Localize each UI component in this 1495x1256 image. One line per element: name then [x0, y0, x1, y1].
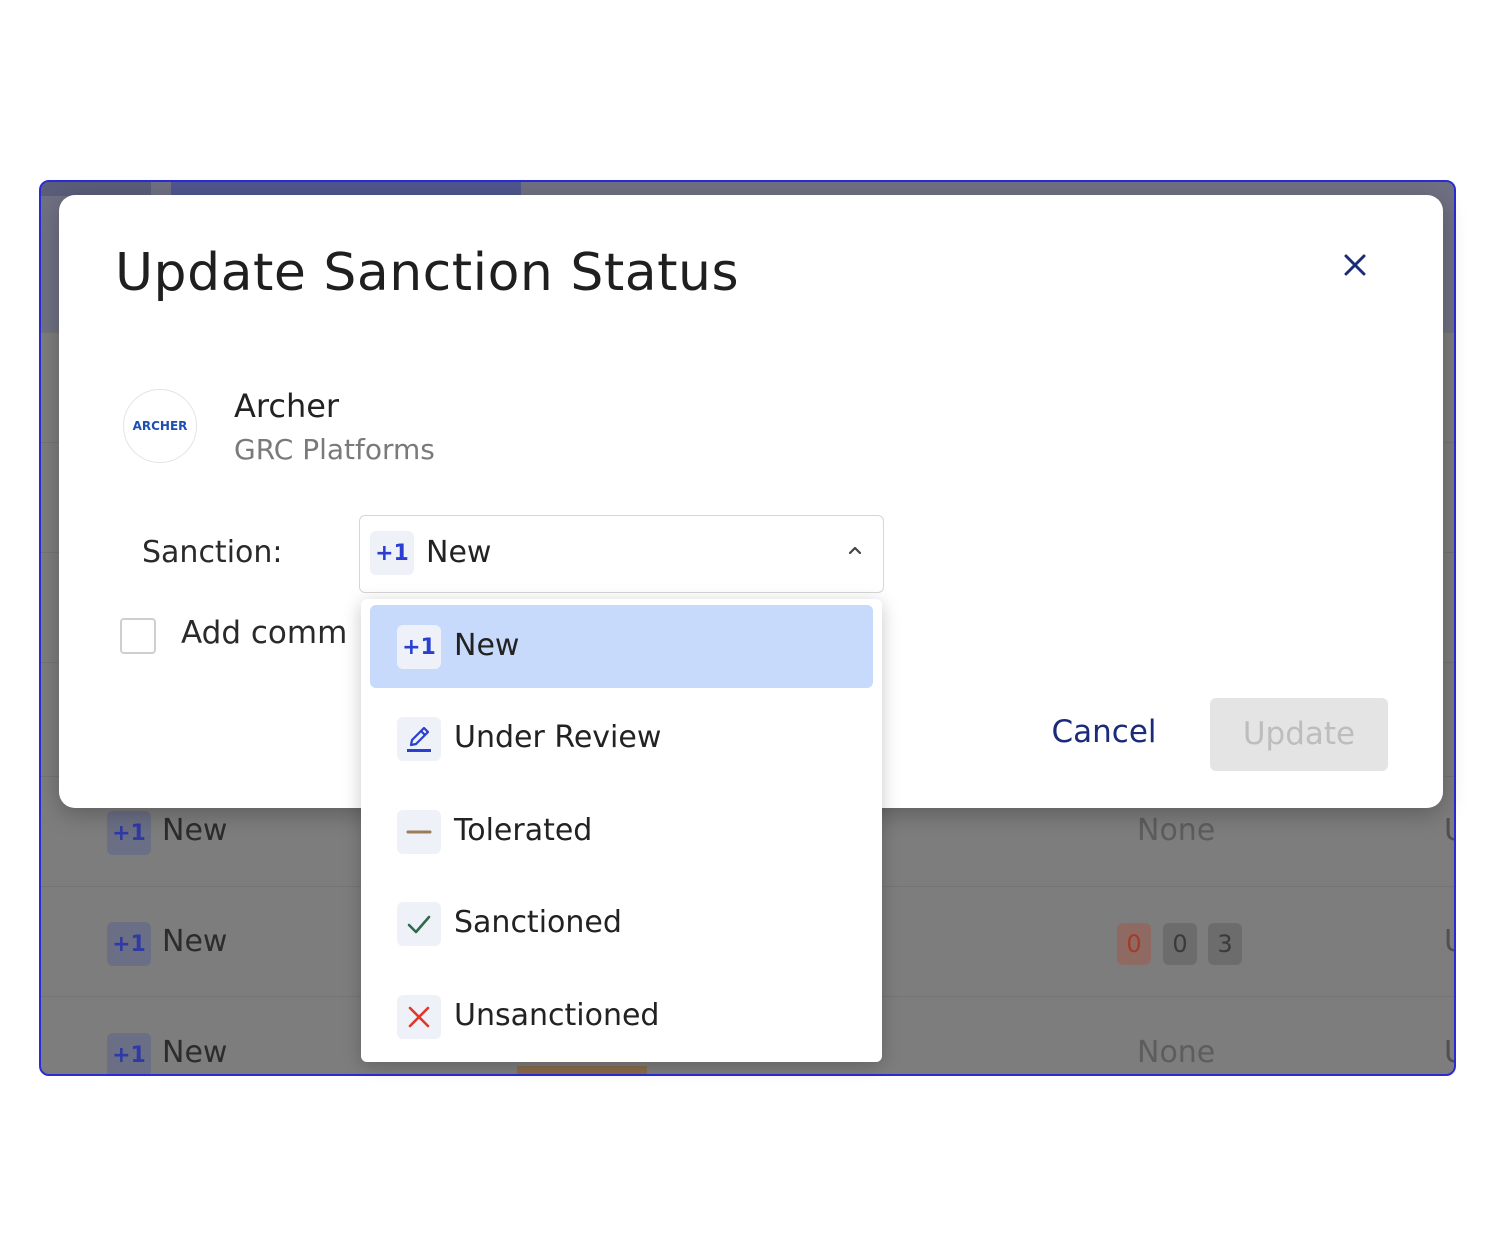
option-unsanctioned[interactable]: Unsanctioned: [370, 975, 873, 1058]
row-status: New: [162, 1035, 228, 1070]
plus-one-icon: +1: [397, 625, 441, 669]
app-logo: ARCHER: [123, 389, 197, 463]
option-tolerated[interactable]: Tolerated: [370, 790, 873, 873]
app-logo-text: ARCHER: [132, 419, 188, 433]
count-badge: 0: [1163, 923, 1197, 965]
row-status: New: [162, 813, 228, 848]
update-button[interactable]: Update: [1210, 698, 1388, 771]
sanction-label: Sanction:: [142, 535, 283, 570]
row-edge-text: Ur: [1444, 813, 1454, 848]
background-tab: [41, 182, 151, 196]
option-label: Tolerated: [454, 813, 593, 848]
row-status: New: [162, 924, 228, 959]
option-under-review[interactable]: Under Review: [370, 697, 873, 780]
close-icon: [1344, 254, 1366, 276]
plus-one-icon: +1: [370, 531, 414, 575]
background-bar: [517, 1066, 647, 1074]
option-label: New: [454, 628, 520, 663]
x-icon: [397, 995, 441, 1039]
option-label: Under Review: [454, 720, 662, 755]
background-tab: [171, 182, 521, 196]
count-badge: 3: [1208, 923, 1242, 965]
option-sanctioned[interactable]: Sanctioned: [370, 882, 873, 965]
pencil-icon: [397, 717, 441, 761]
sanction-selected-value: New: [426, 535, 492, 570]
check-icon: [397, 902, 441, 946]
app-name: Archer: [234, 387, 340, 425]
row-source: None: [1137, 1035, 1216, 1070]
option-label: Sanctioned: [454, 905, 622, 940]
minus-icon: [397, 810, 441, 854]
add-comment-checkbox[interactable]: [120, 618, 156, 654]
close-button[interactable]: [1335, 245, 1375, 285]
status-badge: +1: [107, 1033, 151, 1074]
row-edge-text: Ur: [1444, 1035, 1454, 1070]
row-edge-text: Ur: [1444, 924, 1454, 959]
row-source: None: [1137, 813, 1216, 848]
app-category: GRC Platforms: [234, 433, 435, 466]
sanction-select[interactable]: +1 New: [359, 515, 884, 593]
chevron-up-icon: [848, 546, 862, 555]
option-new[interactable]: +1 New: [370, 605, 873, 688]
dialog-title: Update Sanction Status: [115, 243, 740, 303]
cancel-button[interactable]: Cancel: [1039, 700, 1169, 764]
add-comment-label: Add comm: [181, 615, 348, 651]
count-badge: 0: [1117, 923, 1151, 965]
status-badge: +1: [107, 811, 151, 855]
status-badge: +1: [107, 922, 151, 966]
option-label: Unsanctioned: [454, 998, 660, 1033]
sanction-dropdown: +1 New Under Review Tolerated Sanctioned: [361, 599, 882, 1062]
